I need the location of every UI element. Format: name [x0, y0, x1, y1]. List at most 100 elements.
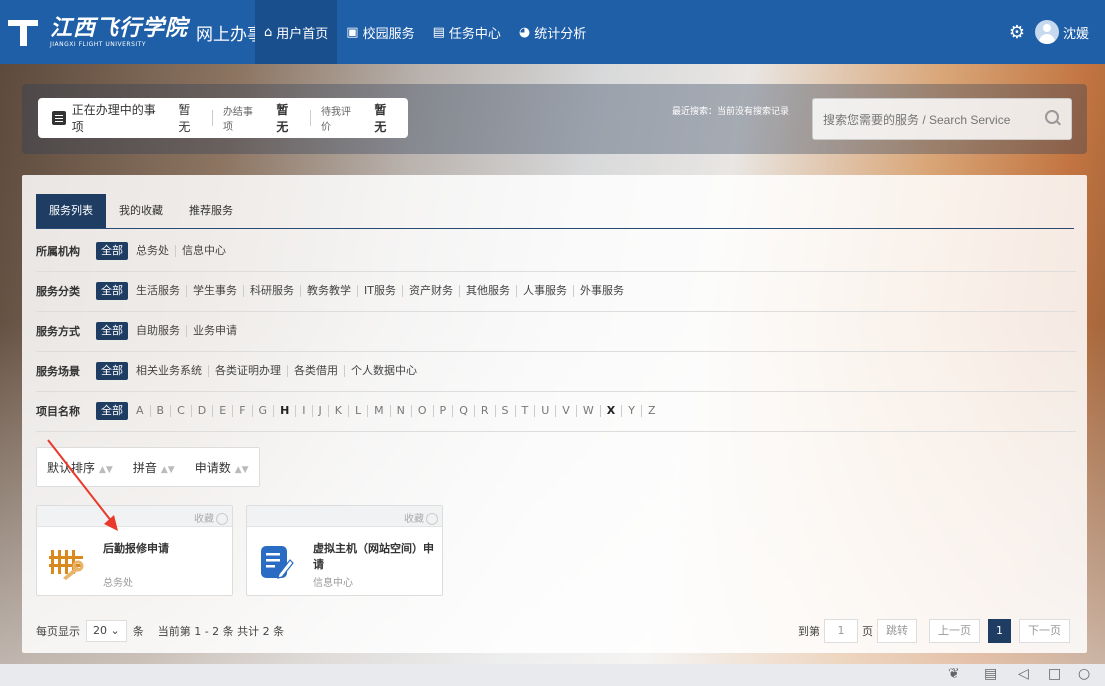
filter-label: 服务场景 [36, 365, 80, 378]
sort-applications[interactable]: 申请数 ▲▼ [185, 459, 259, 476]
per-page-select[interactable]: 20 ⌄ [86, 620, 127, 642]
letter-filter-option[interactable]: R [473, 405, 495, 417]
sort-arrows-icon: ▲▼ [99, 464, 113, 475]
letter-filter-option[interactable]: O [410, 405, 433, 417]
search-input[interactable] [821, 109, 1035, 131]
letter-filter-option[interactable]: W [575, 405, 600, 417]
card-title[interactable]: 虚拟主机（网站空间）申请 [313, 540, 442, 572]
letter-filter-option[interactable]: U [534, 405, 555, 417]
favorite-button[interactable]: 收藏 [194, 510, 228, 525]
sort-default[interactable]: 默认排序 ▲▼ [37, 459, 123, 476]
card-title[interactable]: 后勤报修申请 [103, 540, 169, 556]
tab-recommended[interactable]: 推荐服务 [176, 194, 246, 228]
search-icon[interactable]: ○ [1078, 666, 1090, 682]
school-name-en: JIANGXI FLIGHT UNIVERSITY [50, 40, 146, 48]
letter-filter-option[interactable]: G [251, 405, 274, 417]
letter-filter-option[interactable]: L [348, 405, 367, 417]
filter-label: 项目名称 [36, 405, 80, 418]
filter-option[interactable]: 教务教学 [300, 285, 357, 297]
filter-option[interactable]: 个人数据中心 [344, 365, 423, 377]
next-page-button[interactable]: 下一页 [1019, 619, 1070, 643]
nav-campus-services[interactable]: ▣ 校园服务 [337, 0, 423, 64]
avatar[interactable] [1034, 20, 1059, 44]
main-nav: ⌂ 用户首页 ▣ 校园服务 ▤ 任务中心 ◕ 统计分析 [255, 0, 595, 64]
sort-bar: 默认排序 ▲▼ 拼音 ▲▼ 申请数 ▲▼ [36, 447, 260, 487]
filter-option[interactable]: 各类借用 [287, 365, 344, 377]
star-icon [426, 513, 438, 525]
nav-task-center[interactable]: ▤ 任务中心 [424, 0, 510, 64]
filter-option[interactable]: 自助服务 [130, 325, 186, 337]
filter-option[interactable]: 全部 [96, 242, 128, 260]
briefcase-icon: ▣ [346, 24, 359, 40]
letter-filter-option[interactable]: H [273, 405, 295, 417]
filter-option[interactable]: 总务处 [130, 245, 175, 257]
letter-filter-option[interactable]: Y [621, 405, 641, 417]
window-icon[interactable]: □ [1048, 666, 1061, 682]
letter-filter-option[interactable]: V [555, 405, 576, 417]
filter-option[interactable]: 全部 [96, 402, 128, 420]
letter-filter-option[interactable]: N [389, 405, 411, 417]
trash-icon[interactable]: ▤ [984, 666, 997, 682]
letter-filter-option[interactable]: Q [452, 405, 474, 417]
letter-filter-option[interactable]: S [494, 405, 515, 417]
letter-filter-option[interactable]: B [149, 405, 171, 417]
logo-mark-icon [6, 14, 42, 50]
letter-filter-option[interactable]: X [599, 405, 621, 417]
search-icon[interactable] [1045, 110, 1059, 124]
filter-option[interactable]: 人事服务 [515, 285, 573, 297]
filter-option[interactable]: 全部 [96, 322, 128, 340]
prev-page-button[interactable]: 上一页 [929, 619, 980, 643]
sort-pinyin[interactable]: 拼音 ▲▼ [123, 459, 185, 476]
filter-option[interactable]: 各类证明办理 [208, 365, 287, 377]
nav-statistics[interactable]: ◕ 统计分析 [510, 0, 595, 64]
tab-my-favorites[interactable]: 我的收藏 [106, 194, 176, 228]
speaker-icon[interactable]: ◁ [1018, 666, 1029, 682]
goto-page-input[interactable]: 1 [824, 619, 858, 643]
current-page-button[interactable]: 1 [988, 619, 1011, 643]
filter-option[interactable]: 资产财务 [401, 285, 459, 297]
filter-option[interactable]: 科研服务 [243, 285, 300, 297]
filter-row-scene: 服务场景 全部 相关业务系统 各类证明办理 各类借用 个人数据中心 [36, 351, 1076, 392]
nav-label: 校园服务 [362, 26, 415, 42]
done-value[interactable]: 暂无 [276, 101, 300, 135]
letter-filter-option[interactable]: Z [640, 405, 662, 417]
letter-filter-option[interactable]: C [170, 405, 191, 417]
page-unit: 页 [862, 625, 873, 638]
letter-filter-option[interactable]: A [130, 405, 150, 417]
to-review-value[interactable]: 暂无 [374, 101, 398, 135]
letter-filter-option[interactable]: E [212, 405, 232, 417]
filter-option[interactable]: 全部 [96, 362, 128, 380]
service-card-repair[interactable]: 收藏 后勤报修申请 总务处 [36, 505, 233, 596]
letter-filter-option[interactable]: J [311, 405, 328, 417]
filter-option[interactable]: 生活服务 [130, 285, 186, 297]
in-progress-value[interactable]: 暂无 [178, 101, 202, 135]
letter-filter-option[interactable]: I [295, 405, 311, 417]
document-edit-icon [261, 546, 294, 579]
filter-option[interactable]: 外事服务 [572, 285, 630, 297]
letter-filter-option[interactable]: M [367, 405, 390, 417]
filter-option[interactable]: IT服务 [357, 285, 402, 297]
filter-option[interactable]: 相关业务系统 [130, 365, 208, 377]
gear-icon[interactable]: ⚙ [1009, 22, 1025, 43]
nav-user-home[interactable]: ⌂ 用户首页 [255, 0, 338, 64]
filter-option[interactable]: 其他服务 [458, 285, 516, 297]
filter-label: 服务分类 [36, 285, 80, 298]
rocket-icon[interactable]: ❦ [948, 666, 960, 682]
tab-service-list[interactable]: 服务列表 [36, 194, 106, 228]
filter-option[interactable]: 学生事务 [186, 285, 243, 297]
filter-option[interactable]: 业务申请 [186, 325, 243, 337]
filter-option[interactable]: 信息中心 [175, 245, 232, 257]
letter-filter-option[interactable]: T [514, 405, 535, 417]
filter-option[interactable]: 全部 [96, 282, 128, 300]
letter-filter-option[interactable]: K [327, 405, 348, 417]
user-name[interactable]: 沈媛 [1063, 23, 1089, 42]
jump-button[interactable]: 跳转 [877, 619, 917, 643]
sort-label: 申请数 [194, 460, 231, 475]
list-doc-icon [52, 111, 66, 125]
letter-filter-option[interactable]: F [232, 405, 251, 417]
favorite-button[interactable]: 收藏 [404, 510, 438, 525]
search-box[interactable] [812, 98, 1072, 140]
service-card-virtual-host[interactable]: 收藏 虚拟主机（网站空间）申请 信息中心 [246, 505, 443, 596]
letter-filter-option[interactable]: D [190, 405, 212, 417]
letter-filter-option[interactable]: P [432, 405, 453, 417]
